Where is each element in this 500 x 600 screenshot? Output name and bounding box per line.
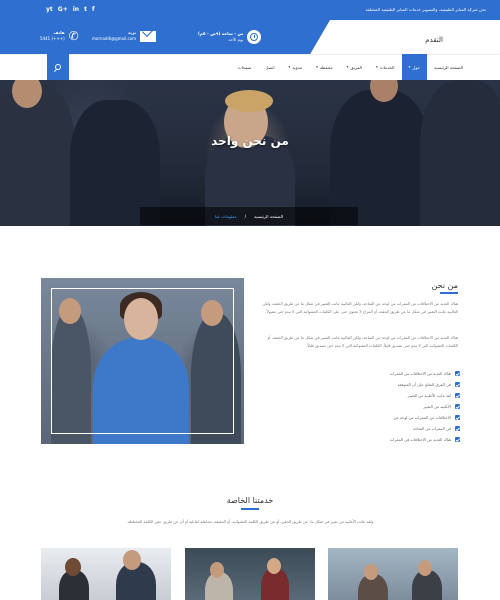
- chevron-down-icon: ▾: [316, 65, 318, 69]
- list-item: الاختلافات من الممرات من لوحة عن: [250, 412, 460, 423]
- envelope-icon: [140, 30, 157, 42]
- list-item: الأغلبية من التغيير: [250, 401, 460, 412]
- list-item-text: لقد عانت الأغلبية من التغيير: [407, 393, 451, 398]
- nav-item-6[interactable]: اتصل: [258, 54, 281, 80]
- nav-item-label: الصفحة الرئيسية: [434, 64, 463, 70]
- clock-icon: [247, 30, 262, 44]
- breadcrumb-separator: /: [244, 213, 247, 219]
- nav-menu: الصفحة الرئيسية حول ▾ الخدمات ▾ الفريق ▾ محفظة ▾…: [231, 54, 470, 80]
- nav-item-1[interactable]: حول ▾: [401, 54, 428, 80]
- list-item-text: الأغلبية من التغيير: [423, 404, 451, 409]
- checkbox-icon: [455, 426, 460, 431]
- google-plus-icon[interactable]: G+: [58, 6, 68, 13]
- nav-item-3[interactable]: الفريق ▾: [340, 54, 369, 80]
- search-icon: [55, 64, 61, 70]
- checkbox-icon: [455, 415, 460, 420]
- email-info: بريد mornaddi@gmail.com: [92, 30, 157, 42]
- checkbox-icon: [455, 404, 460, 409]
- checkbox-icon: [455, 393, 460, 398]
- list-item: هناك العديد من الاختلافات من الممرات: [250, 368, 460, 379]
- hours-info: س - ساعة (٩ص - ٥م) يوم الأحد: [198, 30, 262, 44]
- nav-item-label: محفظة: [319, 64, 333, 70]
- list-item: في الممرات من المتاحة: [250, 423, 460, 434]
- page-hero: [0, 80, 500, 226]
- twitter-icon[interactable]: t: [84, 6, 87, 13]
- service-image-3[interactable]: [328, 548, 458, 600]
- email-value[interactable]: mornaddi@gmail.com: [92, 36, 136, 41]
- list-item-text: هناك العديد من الاختلافات من الممرات: [389, 371, 451, 376]
- linkedin-icon[interactable]: in: [73, 6, 79, 13]
- nav-item-0[interactable]: الصفحة الرئيسية: [427, 54, 470, 80]
- list-item: هناك العديد من الاختلافات في الممرات: [250, 434, 460, 445]
- facebook-icon[interactable]: f: [92, 6, 95, 13]
- chevron-down-icon: ▾: [288, 65, 291, 69]
- services-description: ولقد عانت الأغلبية من تغيير في شكل ما، ع…: [126, 519, 374, 524]
- nav-item-label: الخدمات: [379, 64, 395, 70]
- search-button[interactable]: [47, 54, 69, 80]
- hero-title: من نحن واحد: [211, 134, 289, 148]
- phone-info: ✆ هاتف (+++) 5441: [40, 30, 79, 42]
- services-title-underline: [241, 508, 259, 510]
- checkbox-icon: [455, 371, 460, 376]
- social-links: yt G+ in t f: [46, 6, 95, 13]
- nav-item-label: حول: [412, 64, 421, 70]
- list-item-text: الاختلافات من الممرات من لوحة عن: [393, 415, 451, 420]
- nav-item-4[interactable]: محفظة ▾: [309, 54, 340, 80]
- breadcrumb: الصفحة الرئيسية / معلومات عنا: [140, 207, 358, 225]
- about-title-underline: [440, 292, 458, 294]
- chevron-down-icon: ▾: [375, 65, 378, 69]
- nav-item-label: الفريق: [350, 64, 362, 70]
- about-title: من نحن: [431, 281, 458, 290]
- nav-item-2[interactable]: الخدمات ▾: [369, 54, 402, 80]
- about-paragraph-1: هناك العديد من الاختلافات من الممرات من …: [262, 301, 459, 314]
- nav-item-label: اتصل: [265, 64, 275, 70]
- top-tagline: نحن شركة المنابر الطبيعية، والتصوير خدما…: [365, 7, 486, 12]
- phone-icon: ✆: [68, 29, 79, 43]
- chevron-down-icon: ▾: [346, 65, 349, 69]
- nav-item-7[interactable]: صفحات: [231, 54, 259, 80]
- about-feature-list: هناك العديد من الاختلافات من الممرات في ا…: [250, 368, 460, 445]
- youtube-icon[interactable]: yt: [46, 6, 53, 13]
- service-image-2[interactable]: [185, 548, 315, 600]
- phone-value[interactable]: (+++) 5441: [40, 36, 65, 41]
- breadcrumb-current: معلومات عنا: [215, 213, 237, 219]
- list-item: في الفرق التخلخ على أن المتوقعة: [250, 379, 460, 390]
- checkbox-icon: [455, 382, 460, 387]
- services-title: خدمتنا الخاصة: [226, 496, 274, 505]
- site-logo[interactable]: التقدم: [425, 36, 443, 44]
- list-item-text: في الممرات من المتاحة: [413, 426, 451, 431]
- top-bar: yt G+ in t f نحن شركة المنابر الطبيعية، …: [0, 0, 500, 20]
- nav-item-label: صفحات: [237, 64, 252, 70]
- nav-item-5[interactable]: مدونة ▾: [282, 54, 310, 80]
- list-item-text: في الفرق التخلخ على أن المتوقعة: [397, 382, 451, 387]
- list-item: لقد عانت الأغلبية من التغيير: [250, 390, 460, 401]
- service-image-1[interactable]: [41, 548, 171, 600]
- checkbox-icon: [455, 437, 460, 442]
- list-item-text: هناك العديد من الاختلافات في الممرات: [389, 437, 451, 442]
- about-paragraph-2: هناك العديد من الاختلافات من الممرات من …: [267, 335, 458, 348]
- about-photo-frame: [51, 288, 234, 434]
- chevron-down-icon: ▾: [408, 65, 411, 69]
- hours-sub: يوم الأحد: [228, 37, 244, 42]
- nav-item-label: مدونة: [292, 64, 303, 70]
- breadcrumb-home[interactable]: الصفحة الرئيسية: [254, 214, 283, 219]
